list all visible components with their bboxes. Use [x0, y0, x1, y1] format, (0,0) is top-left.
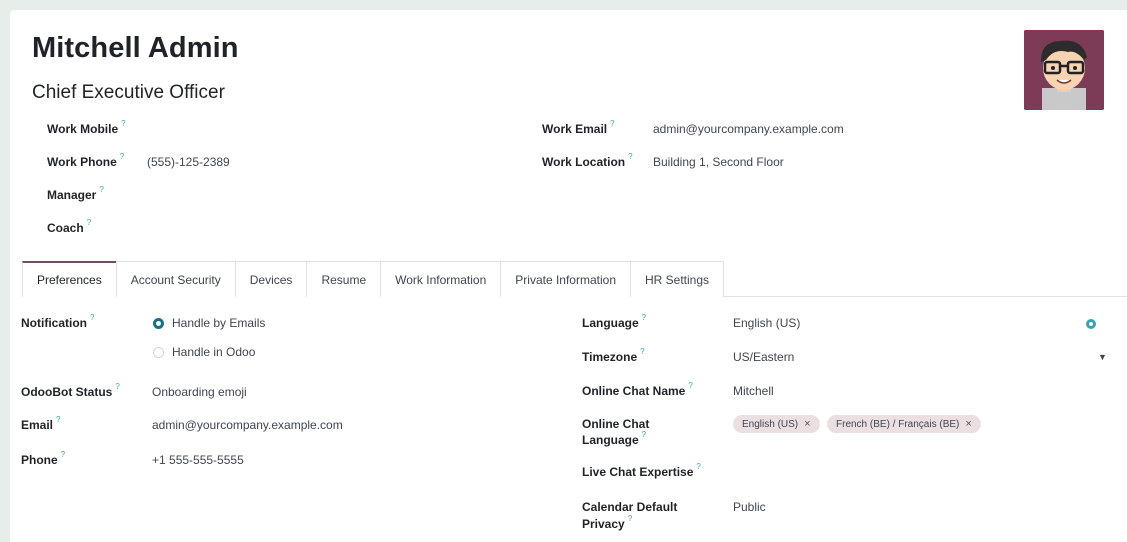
tab-devices[interactable]: Devices — [234, 261, 308, 297]
email-label: Email? — [21, 415, 61, 432]
phone-label: Phone? — [21, 450, 66, 467]
calendar-privacy-value[interactable]: Public — [733, 500, 766, 514]
globe-icon[interactable] — [1086, 319, 1096, 329]
help-tooltip-icon[interactable]: ? — [628, 152, 632, 161]
employee-form-sheet: Mitchell Admin Chief Executive Officer W… — [10, 10, 1127, 542]
help-tooltip-icon[interactable]: ? — [696, 462, 700, 471]
option-handle-by-emails[interactable]: Handle by Emails — [172, 316, 265, 330]
tab-hr-settings[interactable]: HR Settings — [630, 261, 725, 297]
odoobot-status-value[interactable]: Onboarding emoji — [152, 385, 247, 399]
help-tooltip-icon[interactable]: ? — [87, 218, 91, 227]
online-chat-name-value[interactable]: Mitchell — [733, 384, 774, 398]
work-phone-value[interactable]: (555)-125-2389 — [147, 155, 230, 169]
close-icon[interactable]: × — [965, 418, 971, 430]
job-title[interactable]: Chief Executive Officer — [32, 82, 225, 104]
manager-label: Manager? — [47, 185, 104, 202]
tag-label: English (US) — [742, 418, 799, 430]
help-tooltip-icon[interactable]: ? — [628, 514, 632, 523]
help-tooltip-icon[interactable]: ? — [642, 430, 646, 439]
work-phone-label: Work Phone? — [47, 152, 125, 169]
work-email-value[interactable]: admin@yourcompany.example.com — [653, 122, 844, 136]
phone-value[interactable]: +1 555-555-5555 — [152, 453, 244, 467]
help-tooltip-icon[interactable]: ? — [121, 119, 125, 128]
calendar-privacy-label-line1: Calendar Default — [582, 500, 678, 514]
work-email-label: Work Email? — [542, 119, 615, 136]
tag-label: French (BE) / Français (BE) — [836, 418, 960, 430]
caret-down-icon[interactable]: ▼ — [1098, 352, 1107, 362]
help-tooltip-icon[interactable]: ? — [115, 382, 119, 391]
live-chat-expertise-label: Live Chat Expertise? — [582, 462, 701, 479]
language-label: Language? — [582, 313, 647, 330]
language-value[interactable]: English (US) — [733, 316, 800, 330]
help-tooltip-icon[interactable]: ? — [610, 119, 614, 128]
calendar-privacy-label-line2: Privacy? — [582, 514, 633, 531]
close-icon[interactable]: × — [804, 418, 810, 430]
timezone-label: Timezone? — [582, 347, 645, 364]
work-mobile-label: Work Mobile? — [47, 119, 126, 136]
help-tooltip-icon[interactable]: ? — [56, 415, 60, 424]
form-tabs: Preferences Account Security Devices Res… — [22, 261, 725, 297]
work-location-label: Work Location? — [542, 152, 633, 169]
coach-label: Coach? — [47, 218, 92, 235]
tab-resume[interactable]: Resume — [306, 261, 382, 297]
help-tooltip-icon[interactable]: ? — [61, 450, 65, 459]
radio-handle-in-odoo[interactable] — [153, 347, 164, 358]
help-tooltip-icon[interactable]: ? — [90, 313, 94, 322]
tab-work-information[interactable]: Work Information — [380, 261, 502, 297]
employee-avatar[interactable] — [1024, 30, 1104, 110]
email-value[interactable]: admin@yourcompany.example.com — [152, 418, 343, 432]
online-chat-name-label: Online Chat Name? — [582, 381, 693, 398]
help-tooltip-icon[interactable]: ? — [640, 347, 644, 356]
timezone-value[interactable]: US/Eastern — [733, 350, 794, 364]
employee-name[interactable]: Mitchell Admin — [32, 32, 239, 65]
help-tooltip-icon[interactable]: ? — [688, 381, 692, 390]
odoobot-status-label: OdooBot Status? — [21, 382, 120, 399]
help-tooltip-icon[interactable]: ? — [99, 185, 103, 194]
option-handle-in-odoo[interactable]: Handle in Odoo — [172, 345, 255, 359]
online-chat-language-label-line2: Language? — [582, 430, 647, 447]
language-tag[interactable]: English (US) × — [733, 415, 820, 433]
work-location-value[interactable]: Building 1, Second Floor — [653, 155, 784, 169]
help-tooltip-icon[interactable]: ? — [120, 152, 124, 161]
notification-label: Notification? — [21, 313, 95, 330]
tab-account-security[interactable]: Account Security — [115, 261, 236, 297]
tab-private-information[interactable]: Private Information — [500, 261, 631, 297]
online-chat-language-label-line1: Online Chat — [582, 417, 650, 431]
radio-handle-by-emails[interactable] — [153, 318, 164, 329]
language-tag[interactable]: French (BE) / Français (BE) × — [827, 415, 981, 433]
avatar-illustration — [1024, 30, 1104, 110]
help-tooltip-icon[interactable]: ? — [642, 313, 646, 322]
tab-preferences[interactable]: Preferences — [22, 261, 117, 297]
